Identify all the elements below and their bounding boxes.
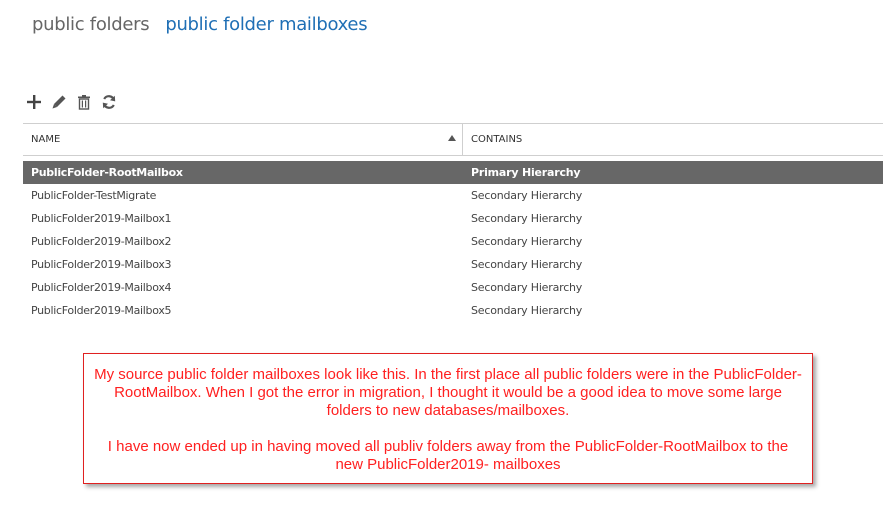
table-row[interactable]: PublicFolder2019-Mailbox4 Secondary Hier… [23,276,883,299]
table-row[interactable]: PublicFolder2019-Mailbox1 Secondary Hier… [23,207,883,230]
table-row[interactable]: PublicFolder-RootMailbox Primary Hierarc… [23,161,883,184]
tab-public-folders[interactable]: public folders [32,14,150,35]
column-header-contains[interactable]: CONTAINS [463,124,883,155]
tab-bar: public folders public folder mailboxes [32,14,368,35]
table-row[interactable]: PublicFolder2019-Mailbox2 Secondary Hier… [23,230,883,253]
page: public folders public folder mailboxes N… [0,0,883,505]
cell-contains: Secondary Hierarchy [471,304,583,317]
annotation-paragraph: I have now ended up in having moved all … [107,438,789,473]
cell-name: PublicFolder2019-Mailbox3 [31,258,172,271]
delete-icon[interactable] [75,93,93,111]
table-row[interactable]: PublicFolder2019-Mailbox3 Secondary Hier… [23,253,883,276]
cell-contains: Secondary Hierarchy [471,189,583,202]
cell-name: PublicFolder-RootMailbox [31,166,183,179]
tab-public-folder-mailboxes[interactable]: public folder mailboxes [165,14,367,35]
annotation-paragraph: My source public folder mailboxes look l… [94,366,802,419]
cell-name: PublicFolder2019-Mailbox5 [31,304,172,317]
sort-ascending-icon [448,135,456,141]
cell-name: PublicFolder2019-Mailbox1 [31,212,172,225]
toolbar [25,93,118,111]
column-header-label: CONTAINS [471,134,523,145]
table-header: NAME CONTAINS [23,123,883,156]
mailbox-table: NAME CONTAINS PublicFolder-RootMailbox P… [23,123,883,322]
cell-name: PublicFolder2019-Mailbox4 [31,281,172,294]
column-header-name[interactable]: NAME [23,124,463,155]
table-row[interactable]: PublicFolder-TestMigrate Secondary Hiera… [23,184,883,207]
column-header-label: NAME [31,134,61,145]
cell-contains: Secondary Hierarchy [471,258,583,271]
cell-contains: Secondary Hierarchy [471,212,583,225]
table-body: PublicFolder-RootMailbox Primary Hierarc… [23,161,883,322]
cell-name: PublicFolder2019-Mailbox2 [31,235,172,248]
cell-contains: Primary Hierarchy [471,166,581,179]
edit-icon[interactable] [50,93,68,111]
cell-contains: Secondary Hierarchy [471,281,583,294]
cell-contains: Secondary Hierarchy [471,235,583,248]
annotation-callout: My source public folder mailboxes look l… [83,353,813,484]
table-row[interactable]: PublicFolder2019-Mailbox5 Secondary Hier… [23,299,883,322]
add-icon[interactable] [25,93,43,111]
cell-name: PublicFolder-TestMigrate [31,189,157,202]
refresh-icon[interactable] [100,93,118,111]
